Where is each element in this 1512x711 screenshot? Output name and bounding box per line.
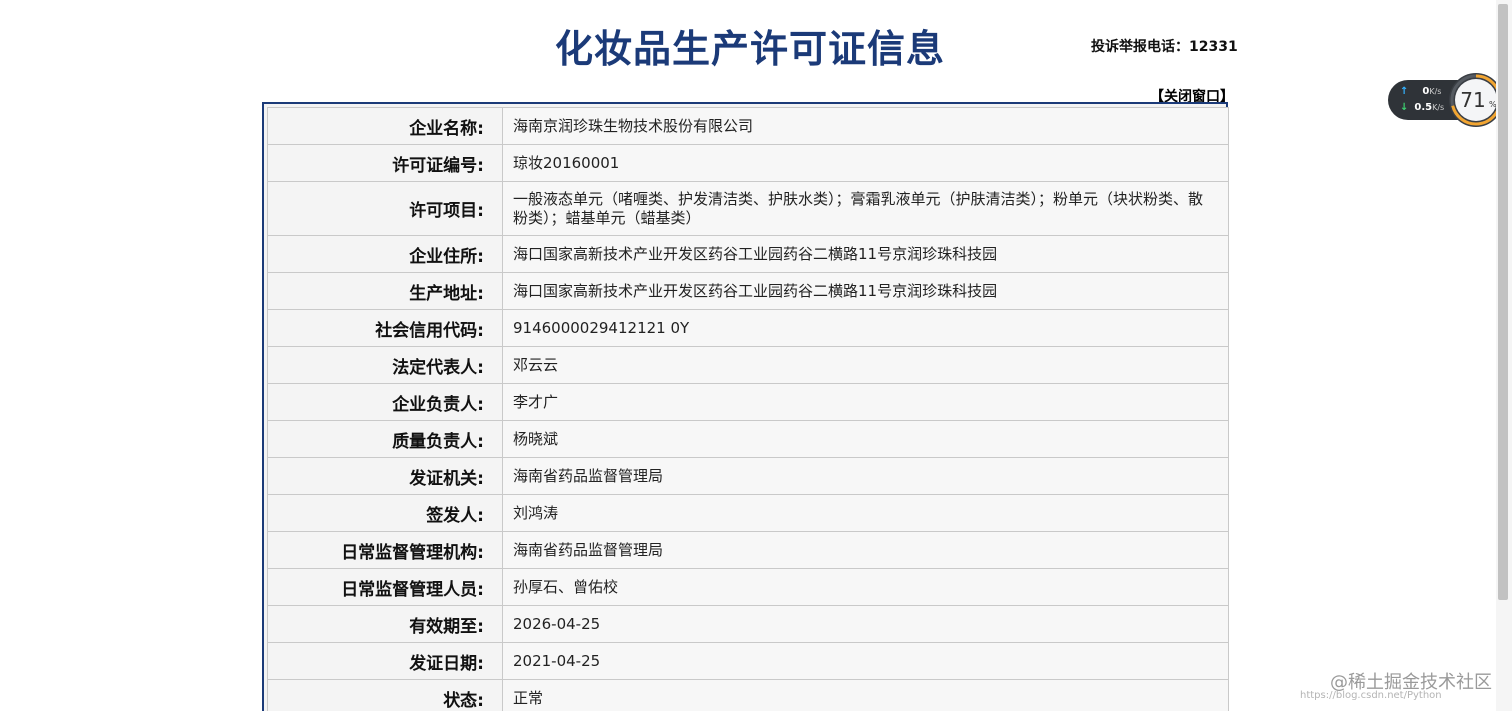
table-row: 许可项目: 一般液态单元（啫喱类、护发清洁类、护肤水类）；膏霜乳液单元（护肤清洁类… xyxy=(267,181,1229,236)
field-value: 李才广 xyxy=(502,383,1229,421)
table-row: 企业负责人: 李才广 xyxy=(267,383,1229,421)
field-value: 海南省药品监督管理局 xyxy=(502,457,1229,495)
field-value: 9146000029412121 0Y xyxy=(502,309,1229,347)
page-title: 化妆品生产许可证信息 xyxy=(554,27,945,71)
field-value: 2021-04-25 xyxy=(502,642,1229,680)
field-label: 状态: xyxy=(267,679,503,711)
field-label: 企业名称: xyxy=(267,107,503,145)
field-value: 邓云云 xyxy=(502,346,1229,384)
download-speed-value: 0.5 xyxy=(1414,102,1433,113)
download-arrow-icon: ↓ xyxy=(1400,102,1409,113)
upload-speed: ↑ 0K/s xyxy=(1400,86,1441,97)
field-value: 一般液态单元（啫喱类、护发清洁类、护肤水类）；膏霜乳液单元（护肤清洁类）；粉单元… xyxy=(502,181,1229,236)
download-speed: ↓ 0.5K/s xyxy=(1400,102,1444,113)
field-label: 发证日期: xyxy=(267,642,503,680)
scrollbar-thumb[interactable] xyxy=(1498,4,1508,600)
page: 化妆品生产许可证信息 投诉举报电话：12331 【关闭窗口】 企业名称: 海南京润… xyxy=(0,0,1512,711)
table-row: 签发人: 刘鸿涛 xyxy=(267,494,1229,532)
download-speed-unit: K/s xyxy=(1432,103,1445,112)
field-value: 正常 xyxy=(502,679,1229,711)
field-label: 有效期至: xyxy=(267,605,503,643)
table-row: 社会信用代码: 9146000029412121 0Y xyxy=(267,309,1229,347)
field-label: 企业负责人: xyxy=(267,383,503,421)
field-label: 许可项目: xyxy=(267,181,503,236)
table-row: 生产地址: 海口国家高新技术产业开发区药谷工业园药谷二横路11号京润珍珠科技园 xyxy=(267,272,1229,310)
upload-arrow-icon: ↑ xyxy=(1400,86,1409,97)
table-row: 日常监督管理人员: 孙厚石、曾佑校 xyxy=(267,568,1229,606)
table-row: 许可证编号: 琼妆20160001 xyxy=(267,144,1229,182)
field-label: 日常监督管理人员: xyxy=(267,568,503,606)
field-label: 法定代表人: xyxy=(267,346,503,384)
license-info-panel: 企业名称: 海南京润珍珠生物技术股份有限公司 许可证编号: 琼妆20160001 许可项… xyxy=(262,102,1229,711)
field-value: 海口国家高新技术产业开发区药谷工业园药谷二横路11号京润珍珠科技园 xyxy=(502,235,1229,273)
field-value: 海口国家高新技术产业开发区药谷工业园药谷二横路11号京润珍珠科技园 xyxy=(502,272,1229,310)
field-value: 琼妆20160001 xyxy=(502,144,1229,182)
upload-speed-unit: K/s xyxy=(1429,87,1442,96)
field-label: 生产地址: xyxy=(267,272,503,310)
complaint-hotline: 投诉举报电话：12331 xyxy=(1091,39,1238,55)
table-row: 有效期至: 2026-04-25 xyxy=(267,605,1229,643)
field-value: 杨晓斌 xyxy=(502,420,1229,458)
table-row: 发证机关: 海南省药品监督管理局 xyxy=(267,457,1229,495)
watermark-url: https://blog.csdn.net/Python xyxy=(1300,690,1442,701)
field-value: 2026-04-25 xyxy=(502,605,1229,643)
table-row: 质量负责人: 杨晓斌 xyxy=(267,420,1229,458)
field-value: 海南省药品监督管理局 xyxy=(502,531,1229,569)
table-row: 法定代表人: 邓云云 xyxy=(267,346,1229,384)
field-label: 企业住所: xyxy=(267,235,503,273)
field-value: 刘鸿涛 xyxy=(502,494,1229,532)
field-label: 签发人: xyxy=(267,494,503,532)
field-label: 质量负责人: xyxy=(267,420,503,458)
table-row: 发证日期: 2021-04-25 xyxy=(267,642,1229,680)
field-value: 海南京润珍珠生物技术股份有限公司 xyxy=(502,107,1229,145)
license-info-table: 企业名称: 海南京润珍珠生物技术股份有限公司 许可证编号: 琼妆20160001 许可项… xyxy=(267,107,1229,711)
table-row: 状态: 正常 xyxy=(267,679,1229,711)
table-row: 企业住所: 海口国家高新技术产业开发区药谷工业园药谷二横路11号京润珍珠科技园 xyxy=(267,235,1229,273)
gauge-percent: 71 xyxy=(1460,88,1485,112)
field-label: 发证机关: xyxy=(267,457,503,495)
field-label: 社会信用代码: xyxy=(267,309,503,347)
field-label: 日常监督管理机构: xyxy=(267,531,503,569)
field-label: 许可证编号: xyxy=(267,144,503,182)
field-value: 孙厚石、曾佑校 xyxy=(502,568,1229,606)
table-row: 企业名称: 海南京润珍珠生物技术股份有限公司 xyxy=(267,107,1229,145)
network-speed-widget[interactable]: ↑ 0K/s ↓ 0.5K/s 71 % xyxy=(1388,72,1504,128)
table-row: 日常监督管理机构: 海南省药品监督管理局 xyxy=(267,531,1229,569)
